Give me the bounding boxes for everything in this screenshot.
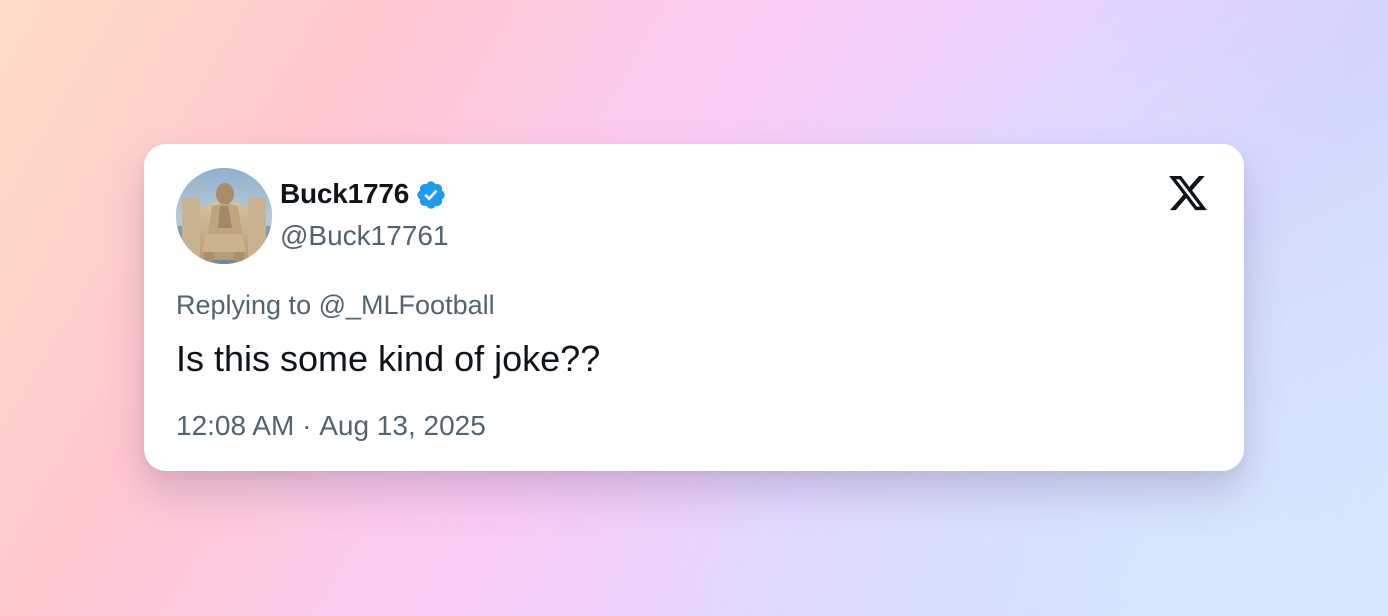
verified-badge-icon [415,179,447,211]
meta-separator: · [294,410,320,441]
tweet-text: Is this some kind of joke?? [176,338,601,379]
tweet-date: Aug 13, 2025 [319,410,486,441]
replying-to-handle[interactable]: @_MLFootball [319,290,495,320]
display-name[interactable]: Buck1776 [280,178,409,210]
replying-to-line: Replying to @_MLFootball [176,290,495,321]
replying-prefix: Replying to [176,290,312,320]
avatar[interactable] [176,168,272,264]
tweet-card: Buck1776 @Buck17761 Replying to @_MLFoot… [144,144,1244,471]
tweet-timestamp[interactable]: 12:08 AM · Aug 13, 2025 [176,410,486,442]
author-name-row: Buck1776 [280,176,447,212]
tweet-time: 12:08 AM [176,410,295,441]
avatar-image [176,168,272,264]
x-logo-icon[interactable] [1166,172,1210,214]
author-handle[interactable]: @Buck17761 [280,220,449,252]
